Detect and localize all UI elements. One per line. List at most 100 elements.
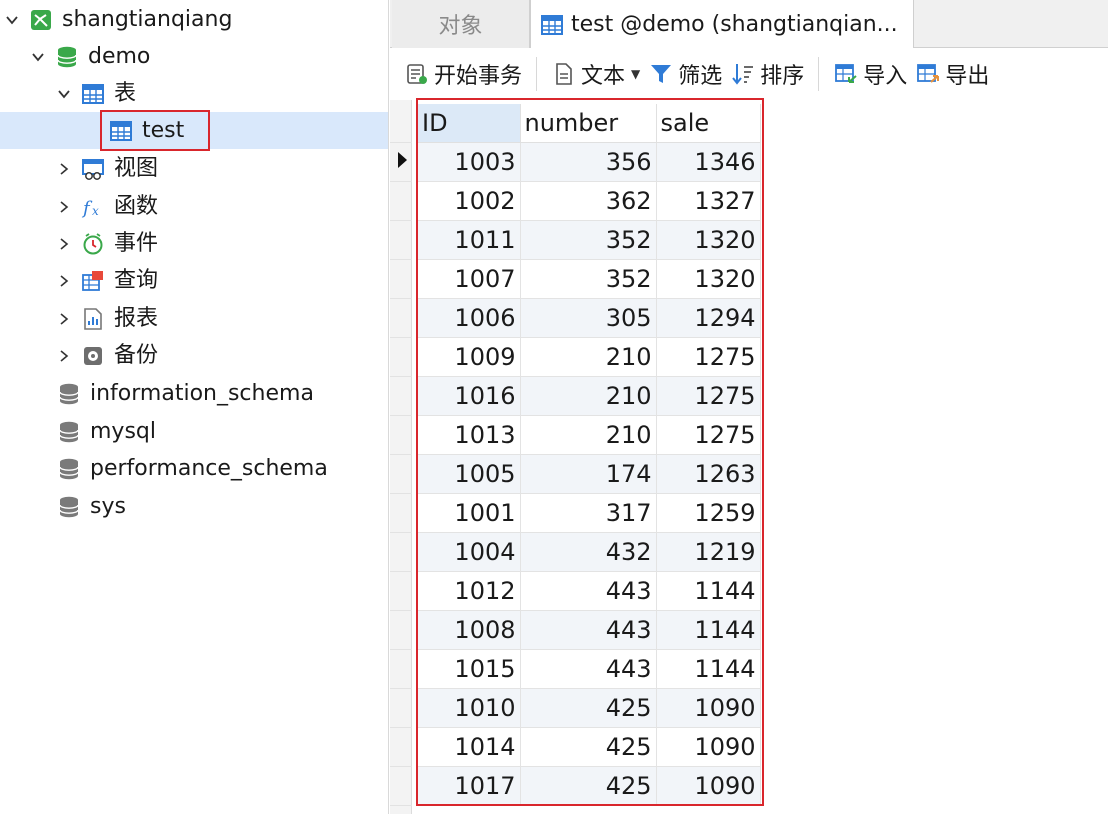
cell-number[interactable]: 425 [520,688,657,728]
table-row[interactable]: 1010 425 1090 [418,688,761,728]
cell-sale[interactable]: 1144 [656,649,761,689]
table-row[interactable]: 1007 352 1320 [418,259,761,299]
cell-number[interactable]: 356 [520,142,657,182]
cell-number[interactable]: 305 [520,298,657,338]
tree-item-connection[interactable]: shangtianqiang [0,1,388,38]
tree-item-views[interactable]: 视图 [0,150,388,187]
table-row[interactable]: 1016 210 1275 [418,376,761,416]
cell-sale[interactable]: 1320 [656,220,761,260]
cell-sale[interactable]: 1090 [656,766,761,806]
cell-number[interactable]: 210 [520,376,657,416]
cell-id[interactable]: 1012 [418,571,521,611]
column-header-sale[interactable]: sale [656,104,761,143]
cell-number[interactable]: 425 [520,766,657,806]
table-row[interactable]: 1004 432 1219 [418,532,761,572]
cell-number[interactable]: 210 [520,337,657,377]
cell-number[interactable]: 425 [520,727,657,767]
cell-sale[interactable]: 1259 [656,493,761,533]
cell-id[interactable]: 1015 [418,649,521,689]
table-row[interactable]: 1013 210 1275 [418,415,761,455]
filter-button[interactable]: 筛选 [644,54,726,94]
tree-item-database[interactable]: information_schema [0,375,388,412]
cell-id[interactable]: 1011 [418,220,521,260]
cell-id[interactable]: 1006 [418,298,521,338]
tab-table-test[interactable]: test @demo (shangtianqian... [530,0,914,49]
cell-sale[interactable]: 1275 [656,415,761,455]
table-row[interactable]: 1011 352 1320 [418,220,761,260]
cell-id[interactable]: 1016 [418,376,521,416]
cell-number[interactable]: 352 [520,220,657,260]
cell-sale[interactable]: 1090 [656,688,761,728]
chevron-right-icon[interactable] [54,271,74,291]
cell-number[interactable]: 352 [520,259,657,299]
chevron-right-icon[interactable] [54,197,74,217]
cell-sale[interactable]: 1275 [656,376,761,416]
tree-item-backups[interactable]: 备份 [0,337,388,374]
column-header-number[interactable]: number [520,104,657,143]
cell-number[interactable]: 443 [520,649,657,689]
cell-number[interactable]: 210 [520,415,657,455]
cell-id[interactable]: 1014 [418,727,521,767]
chevron-down-icon[interactable] [54,84,74,104]
export-button[interactable]: 导出 [911,54,993,94]
chevron-down-icon[interactable] [28,47,48,67]
table-row[interactable]: 1006 305 1294 [418,298,761,338]
cell-number[interactable]: 432 [520,532,657,572]
cell-id[interactable]: 1007 [418,259,521,299]
cell-number[interactable]: 443 [520,571,657,611]
cell-number[interactable]: 362 [520,181,657,221]
table-row[interactable]: 1012 443 1144 [418,571,761,611]
cell-number[interactable]: 174 [520,454,657,494]
cell-id[interactable]: 1017 [418,766,521,806]
cell-sale[interactable]: 1144 [656,610,761,650]
begin-transaction-button[interactable]: 开始事务 [400,54,526,94]
table-row[interactable]: 1002 362 1327 [418,181,761,221]
tree-item-database[interactable]: performance_schema [0,450,388,487]
cell-sale[interactable]: 1219 [656,532,761,572]
cell-sale[interactable]: 1144 [656,571,761,611]
cell-sale[interactable]: 1263 [656,454,761,494]
chevron-right-icon[interactable] [54,234,74,254]
chevron-down-icon[interactable] [2,10,22,30]
text-view-button[interactable]: 文本 ▼ [547,54,644,94]
cell-id[interactable]: 1009 [418,337,521,377]
chevron-right-icon[interactable] [54,309,74,329]
table-row[interactable]: 1009 210 1275 [418,337,761,377]
cell-id[interactable]: 1008 [418,610,521,650]
tree-item-functions[interactable]: fx 函数 [0,188,388,225]
tree-item-database[interactable]: mysql [0,413,388,450]
cell-id[interactable]: 1010 [418,688,521,728]
cell-sale[interactable]: 1294 [656,298,761,338]
tab-objects[interactable]: 对象 [392,0,530,48]
cell-sale[interactable]: 1320 [656,259,761,299]
cell-sale[interactable]: 1327 [656,181,761,221]
cell-id[interactable]: 1002 [418,181,521,221]
caret-down-icon[interactable]: ▼ [631,67,640,81]
cell-sale[interactable]: 1346 [656,142,761,182]
tree-item-database[interactable]: sys [0,488,388,525]
cell-id[interactable]: 1005 [418,454,521,494]
sort-button[interactable]: 排序 [726,54,808,94]
tree-item-events[interactable]: 事件 [0,225,388,262]
tree-item-queries[interactable]: 查询 [0,262,388,299]
cell-sale[interactable]: 1275 [656,337,761,377]
chevron-right-icon[interactable] [54,346,74,366]
tree-item-database-demo[interactable]: demo [0,38,388,75]
cell-number[interactable]: 317 [520,493,657,533]
cell-sale[interactable]: 1090 [656,727,761,767]
tree-item-reports[interactable]: 报表 [0,300,388,337]
table-row[interactable]: 1014 425 1090 [418,727,761,767]
table-row[interactable]: 1008 443 1144 [418,610,761,650]
column-header-id[interactable]: ID [418,104,521,143]
tree-item-tables[interactable]: 表 [0,75,388,112]
table-row[interactable]: 1003 356 1346 [418,142,761,182]
cell-id[interactable]: 1003 [418,142,521,182]
cell-id[interactable]: 1001 [418,493,521,533]
table-row[interactable]: 1005 174 1263 [418,454,761,494]
import-button[interactable]: 导入 [829,54,911,94]
table-row[interactable]: 1015 443 1144 [418,649,761,689]
table-row[interactable]: 1017 425 1090 [418,766,761,806]
table-row[interactable]: 1001 317 1259 [418,493,761,533]
cell-number[interactable]: 443 [520,610,657,650]
chevron-right-icon[interactable] [54,159,74,179]
